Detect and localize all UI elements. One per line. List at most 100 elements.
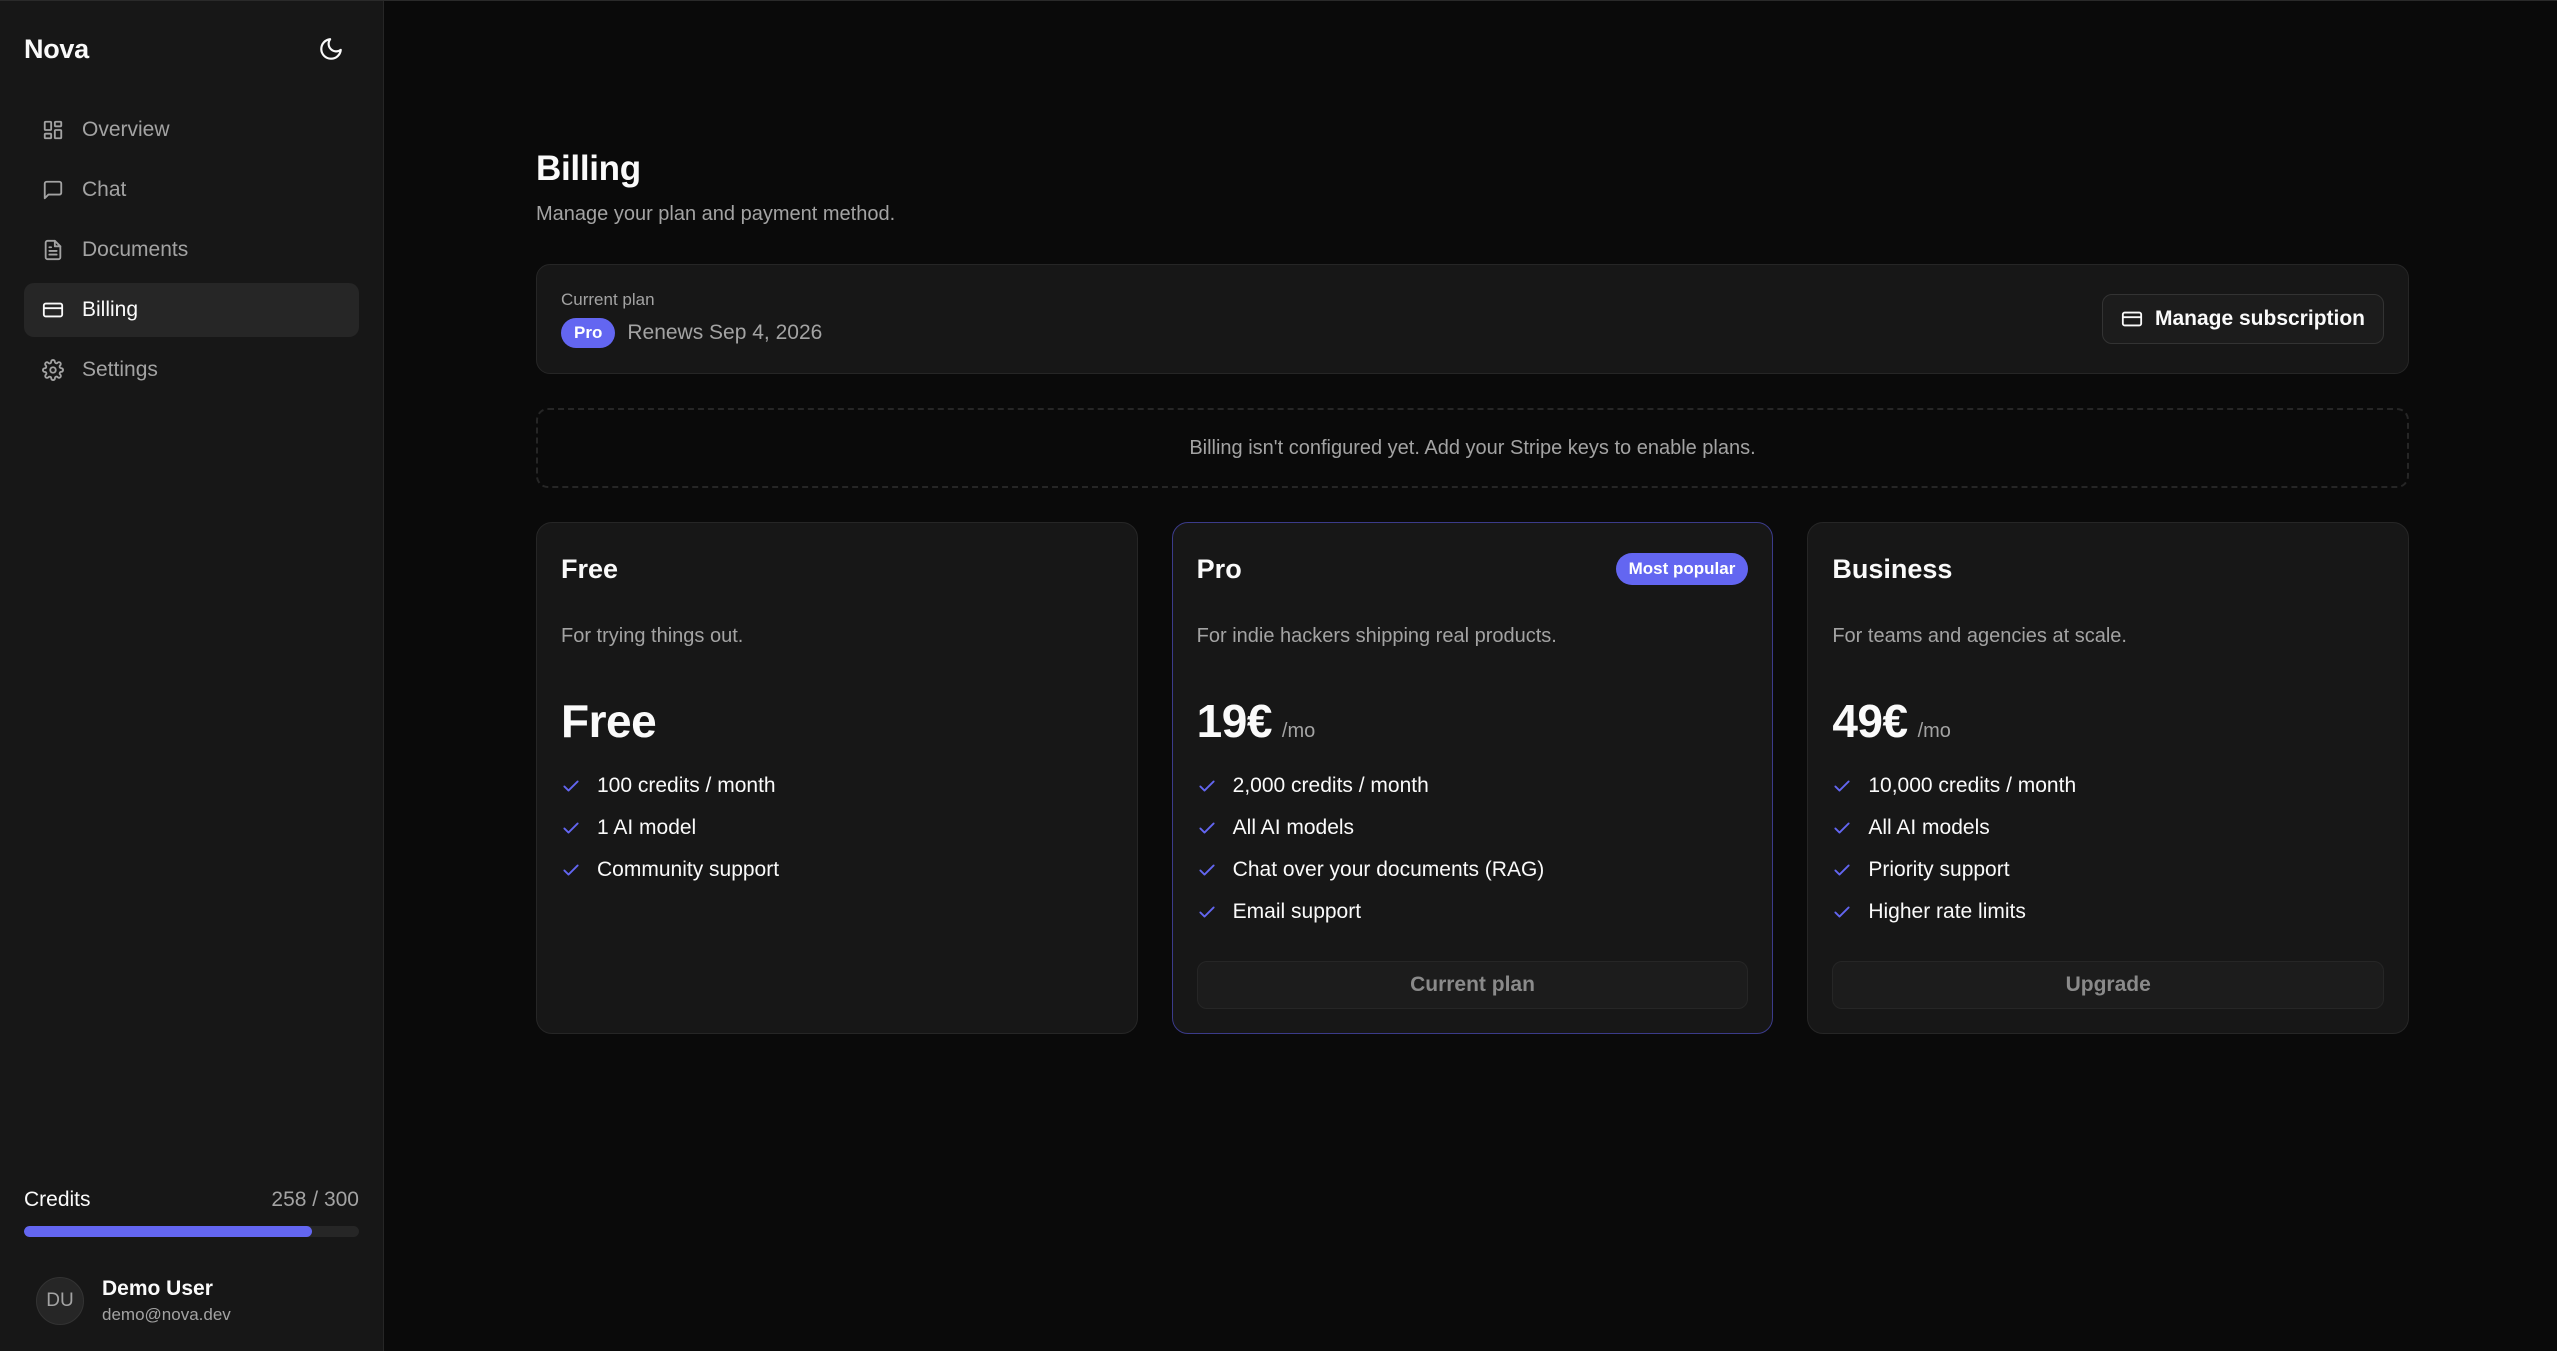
feature-item: 100 credits / month [561,774,1113,798]
current-plan-info: Current plan Pro Renews Sep 4, 2026 [561,290,822,348]
renewal-date: Renews Sep 4, 2026 [627,321,823,344]
plan-features: 100 credits / month 1 AI model Community… [561,774,1113,882]
chat-icon [43,180,63,200]
manage-subscription-button[interactable]: Manage subscription [2101,294,2384,344]
feature-item: Higher rate limits [1832,900,2384,924]
plan-features: 2,000 credits / month All AI models Chat… [1197,774,1749,924]
feature-label: Email support [1232,900,1362,923]
dashboard-icon [43,120,63,140]
plan-price-row: 49€ /mo [1832,694,2384,748]
check-icon [563,780,579,792]
plan-header: Pro Most popular [1197,553,1749,585]
credits-progress-bar [24,1226,359,1237]
brand-row: Nova [24,1,359,97]
current-plan-row: Pro Renews Sep 4, 2026 [561,318,822,348]
plan-period: /mo [1917,720,1951,742]
sidebar-item-billing[interactable]: Billing [24,283,359,337]
credits-meter: Credits 258 / 300 [24,1188,359,1277]
plan-description: For trying things out. [561,625,744,647]
check-icon [1199,822,1215,834]
plan-price: Free [561,695,657,747]
brand-logo[interactable]: Nova [24,34,89,65]
plan-badge: Pro [561,318,616,348]
gear-icon [42,359,64,381]
sidebar-item-settings[interactable]: Settings [24,343,359,397]
plan-description: For teams and agencies at scale. [1832,625,2127,647]
page-title: Billing [536,149,641,188]
manage-subscription-label: Manage subscription [2154,307,2365,330]
credit-card-icon [2121,311,2143,327]
sidebar-item-chat[interactable]: Chat [24,163,359,217]
sidebar-item-label: Documents [82,238,189,261]
main-content: Billing Manage your plan and payment met… [384,1,2557,1351]
check-icon [1834,822,1850,834]
user-profile[interactable]: DU Demo User demo@nova.dev [24,1277,359,1351]
theme-toggle-button[interactable] [311,29,351,69]
feature-label: 10,000 credits / month [1868,774,2077,797]
billing-notice: Billing isn't configured yet. Add your S… [536,408,2409,488]
check-icon [1834,780,1850,792]
plan-name: Pro [1196,553,1242,584]
plan-price-row: Free [561,694,1113,748]
feature-label: Priority support [1868,858,2010,881]
sidebar-item-documents[interactable]: Documents [24,223,359,277]
feature-label: Chat over your documents (RAG) [1232,858,1545,881]
document-icon [44,239,62,261]
feature-label: 2,000 credits / month [1232,774,1429,797]
plan-card-pro: Pro Most popular For indie hackers shipp… [1171,522,1774,1034]
plan-features: 10,000 credits / month All AI models Pri… [1832,774,2384,924]
credits-progress-fill [24,1226,313,1237]
pricing-plans: Free For trying things out. Free 100 cre… [536,522,2410,1034]
feature-item: All AI models [1197,816,1749,840]
plan-name: Free [561,553,619,584]
billing-page: Billing Manage your plan and payment met… [536,149,2410,1034]
check-icon [563,864,579,876]
plan-price: 19€ [1196,695,1273,747]
check-icon [1199,780,1215,792]
feature-label: Higher rate limits [1868,900,2026,923]
plan-price: 49€ [1832,695,1908,747]
feature-item: 1 AI model [561,816,1113,840]
plan-description: For indie hackers shipping real products… [1196,625,1557,647]
app-root: Nova Overview Chat Documents Billing Set… [0,0,2557,1351]
moon-icon [320,38,342,60]
credits-label: Credits [24,1188,91,1211]
feature-item: 10,000 credits / month [1832,774,2384,798]
sidebar-item-label: Settings [82,358,158,381]
feature-label: All AI models [1232,816,1355,839]
check-icon [1834,906,1850,918]
sidebar-nav: Overview Chat Documents Billing Settings [24,103,359,397]
credits-value: 258 / 300 [271,1188,359,1211]
sidebar-item-label: Overview [82,118,170,141]
sidebar-item-label: Chat [82,178,127,201]
user-name: Demo User [102,1277,213,1300]
feature-label: Community support [597,858,780,881]
plan-price-row: 19€ /mo [1197,694,1749,748]
check-icon [1199,864,1215,876]
avatar: DU [36,1277,84,1325]
feature-item: All AI models [1832,816,2384,840]
feature-item: Email support [1197,900,1749,924]
feature-label: All AI models [1868,816,1990,839]
feature-item: Chat over your documents (RAG) [1197,858,1749,882]
user-email: demo@nova.dev [102,1305,231,1324]
check-icon [1199,906,1215,918]
plan-header: Business [1832,553,2384,585]
user-info: Demo User demo@nova.dev [102,1277,231,1325]
plan-header: Free [561,553,1113,585]
current-plan-label: Current plan [561,290,655,309]
current-plan-button[interactable]: Current plan [1196,961,1749,1009]
sidebar-item-label: Billing [82,298,139,321]
credits-row: Credits 258 / 300 [24,1188,359,1212]
sidebar: Nova Overview Chat Documents Billing Set… [0,1,384,1351]
current-plan-card: Current plan Pro Renews Sep 4, 2026 Mana… [536,264,2409,374]
plan-card-free: Free For trying things out. Free 100 cre… [536,522,1138,1034]
plan-name: Business [1832,553,1953,584]
sidebar-item-overview[interactable]: Overview [24,103,359,157]
feature-item: Community support [561,858,1113,882]
page-subtitle: Manage your plan and payment method. [536,203,896,225]
feature-item: Priority support [1832,858,2384,882]
upgrade-button[interactable]: Upgrade [1832,961,2385,1009]
credit-card-icon [42,302,64,318]
